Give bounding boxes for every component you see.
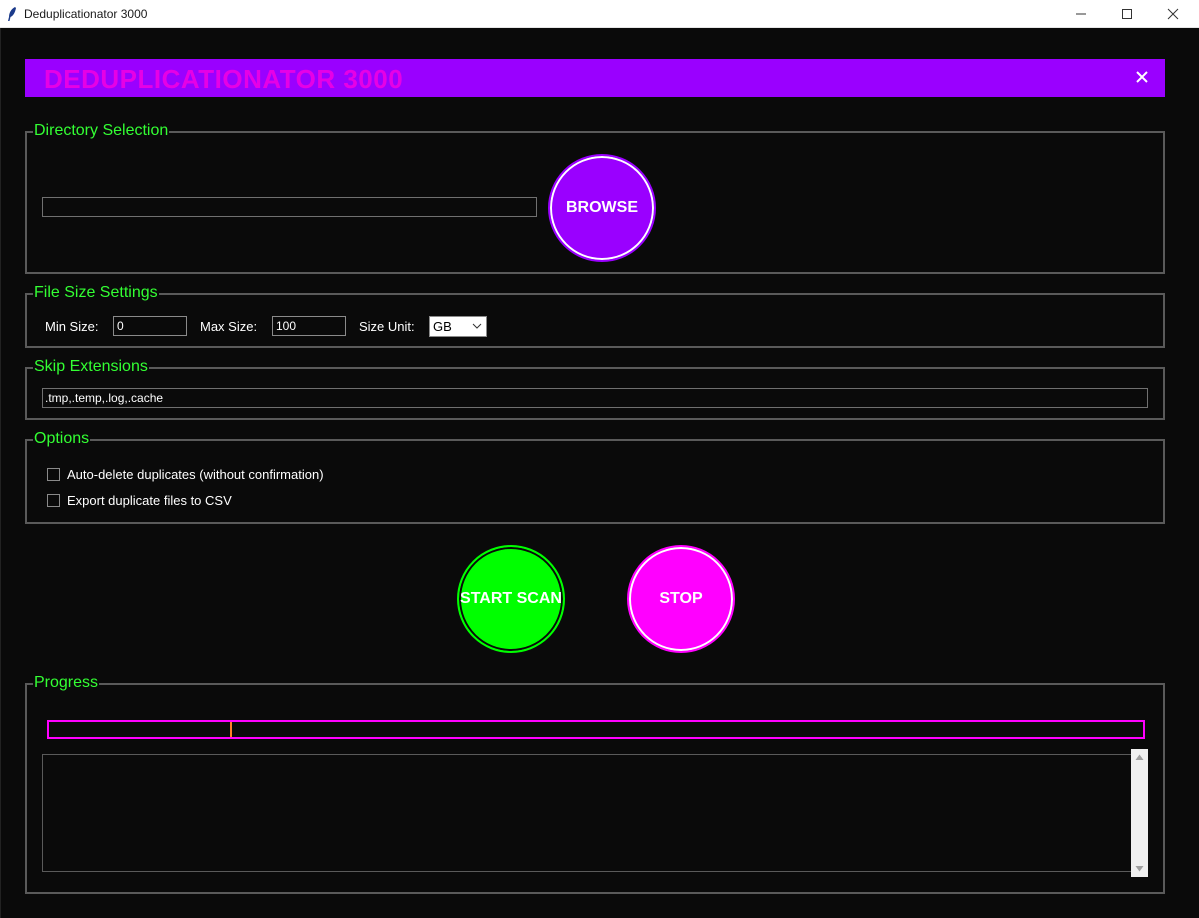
start-scan-button[interactable]: START SCAN (457, 545, 565, 653)
options-label: Options (33, 429, 91, 449)
browse-button[interactable]: BROWSE (548, 154, 656, 262)
log-output[interactable] (42, 754, 1132, 872)
max-size-input[interactable] (272, 316, 346, 336)
directory-selection-group: Directory Selection BROWSE (25, 121, 1165, 274)
skip-extensions-label: Skip Extensions (33, 357, 149, 377)
export-csv-label: Export duplicate files to CSV (67, 493, 232, 508)
progress-group: Progress (25, 673, 1165, 894)
minimize-button[interactable] (1058, 0, 1104, 28)
size-unit-value: GB (433, 319, 452, 334)
min-size-input[interactable] (113, 316, 187, 336)
header-banner: DEDUPLICATIONATOR 3000 (25, 59, 1165, 97)
minimize-icon (1076, 13, 1086, 15)
export-csv-checkbox[interactable] (47, 494, 60, 507)
close-icon (1167, 8, 1179, 20)
auto-delete-label: Auto-delete duplicates (without confirma… (67, 467, 324, 482)
window-titlebar: Deduplicationator 3000 (0, 0, 1199, 28)
log-scrollbar[interactable] (1131, 749, 1148, 877)
file-size-settings-label: File Size Settings (33, 283, 159, 303)
auto-delete-option[interactable]: Auto-delete duplicates (without confirma… (47, 467, 324, 482)
scroll-down-icon[interactable] (1135, 864, 1144, 873)
directory-path-input[interactable] (42, 197, 537, 217)
size-unit-select[interactable]: GB (429, 316, 487, 337)
max-size-label: Max Size: (200, 319, 258, 334)
maximize-button[interactable] (1104, 0, 1150, 28)
close-window-button[interactable] (1150, 0, 1196, 28)
progress-label: Progress (33, 673, 100, 693)
size-unit-label: Size Unit: (359, 319, 415, 334)
maximize-icon (1122, 9, 1132, 19)
stop-button[interactable]: STOP (627, 545, 735, 653)
app-title: DEDUPLICATIONATOR 3000 (44, 64, 404, 94)
export-csv-option[interactable]: Export duplicate files to CSV (47, 493, 232, 508)
min-size-label: Min Size: (45, 319, 99, 334)
banner-close-icon[interactable] (1133, 68, 1151, 86)
options-group: Options Auto-delete duplicates (without … (25, 429, 1165, 524)
skip-extensions-group: Skip Extensions (25, 357, 1165, 420)
window-title: Deduplicationator 3000 (24, 7, 148, 21)
progress-marker (230, 722, 232, 737)
skip-extensions-input[interactable] (42, 388, 1148, 408)
scroll-up-icon[interactable] (1135, 753, 1144, 762)
chevron-down-icon (472, 323, 482, 329)
auto-delete-checkbox[interactable] (47, 468, 60, 481)
progress-bar (47, 720, 1145, 739)
directory-selection-label: Directory Selection (33, 121, 170, 141)
file-size-settings-group: File Size Settings Min Size: Max Size: S… (25, 283, 1165, 348)
feather-icon (8, 7, 16, 21)
